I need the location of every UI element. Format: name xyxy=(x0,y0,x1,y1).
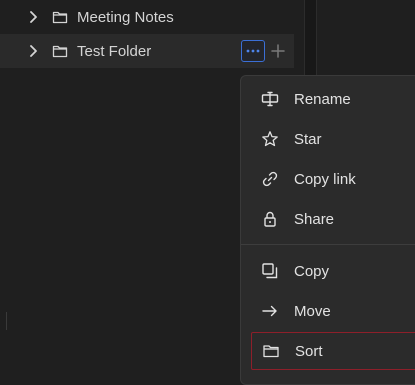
menu-item-label: Copy xyxy=(294,262,330,280)
menu-item-move[interactable]: Move xyxy=(251,292,415,330)
menu-item-share[interactable]: Share xyxy=(251,200,415,238)
add-button[interactable] xyxy=(268,40,288,62)
folder-icon xyxy=(262,342,280,360)
context-menu: Rename Star Copy link Share Copy Move So… xyxy=(240,75,415,385)
menu-item-rename[interactable]: Rename xyxy=(251,80,415,118)
plus-icon xyxy=(271,44,285,58)
menu-item-copy[interactable]: Copy xyxy=(251,252,415,290)
menu-item-label: Copy link xyxy=(294,170,356,188)
arrow-right-icon xyxy=(261,302,279,320)
menu-item-copy-link[interactable]: Copy link xyxy=(251,160,415,198)
menu-item-label: Move xyxy=(294,302,331,320)
menu-item-star[interactable]: Star xyxy=(251,120,415,158)
star-icon xyxy=(261,130,279,148)
tree-item-label: Test Folder xyxy=(77,42,152,60)
menu-item-label: Rename xyxy=(294,90,351,108)
menu-item-label: Sort xyxy=(295,342,323,360)
link-icon xyxy=(261,170,279,188)
tree-item-label: Meeting Notes xyxy=(77,8,174,26)
rename-icon xyxy=(261,90,279,108)
tree-item-meeting-notes[interactable]: Meeting Notes xyxy=(0,0,294,34)
chevron-right-icon[interactable] xyxy=(27,11,39,23)
menu-item-label: Star xyxy=(294,130,322,148)
menu-item-label: Share xyxy=(294,210,335,228)
folder-icon xyxy=(52,10,68,24)
more-options-button[interactable] xyxy=(241,40,265,62)
editor-cursor-mark xyxy=(6,312,7,330)
copy-icon xyxy=(261,262,279,280)
lock-icon xyxy=(261,210,279,228)
chevron-right-icon[interactable] xyxy=(27,45,39,57)
menu-separator xyxy=(241,244,415,245)
folder-icon xyxy=(52,44,68,58)
ellipsis-icon xyxy=(246,49,260,53)
tree-item-test-folder[interactable]: Test Folder xyxy=(0,34,294,68)
menu-item-sort[interactable]: Sort xyxy=(251,332,415,370)
